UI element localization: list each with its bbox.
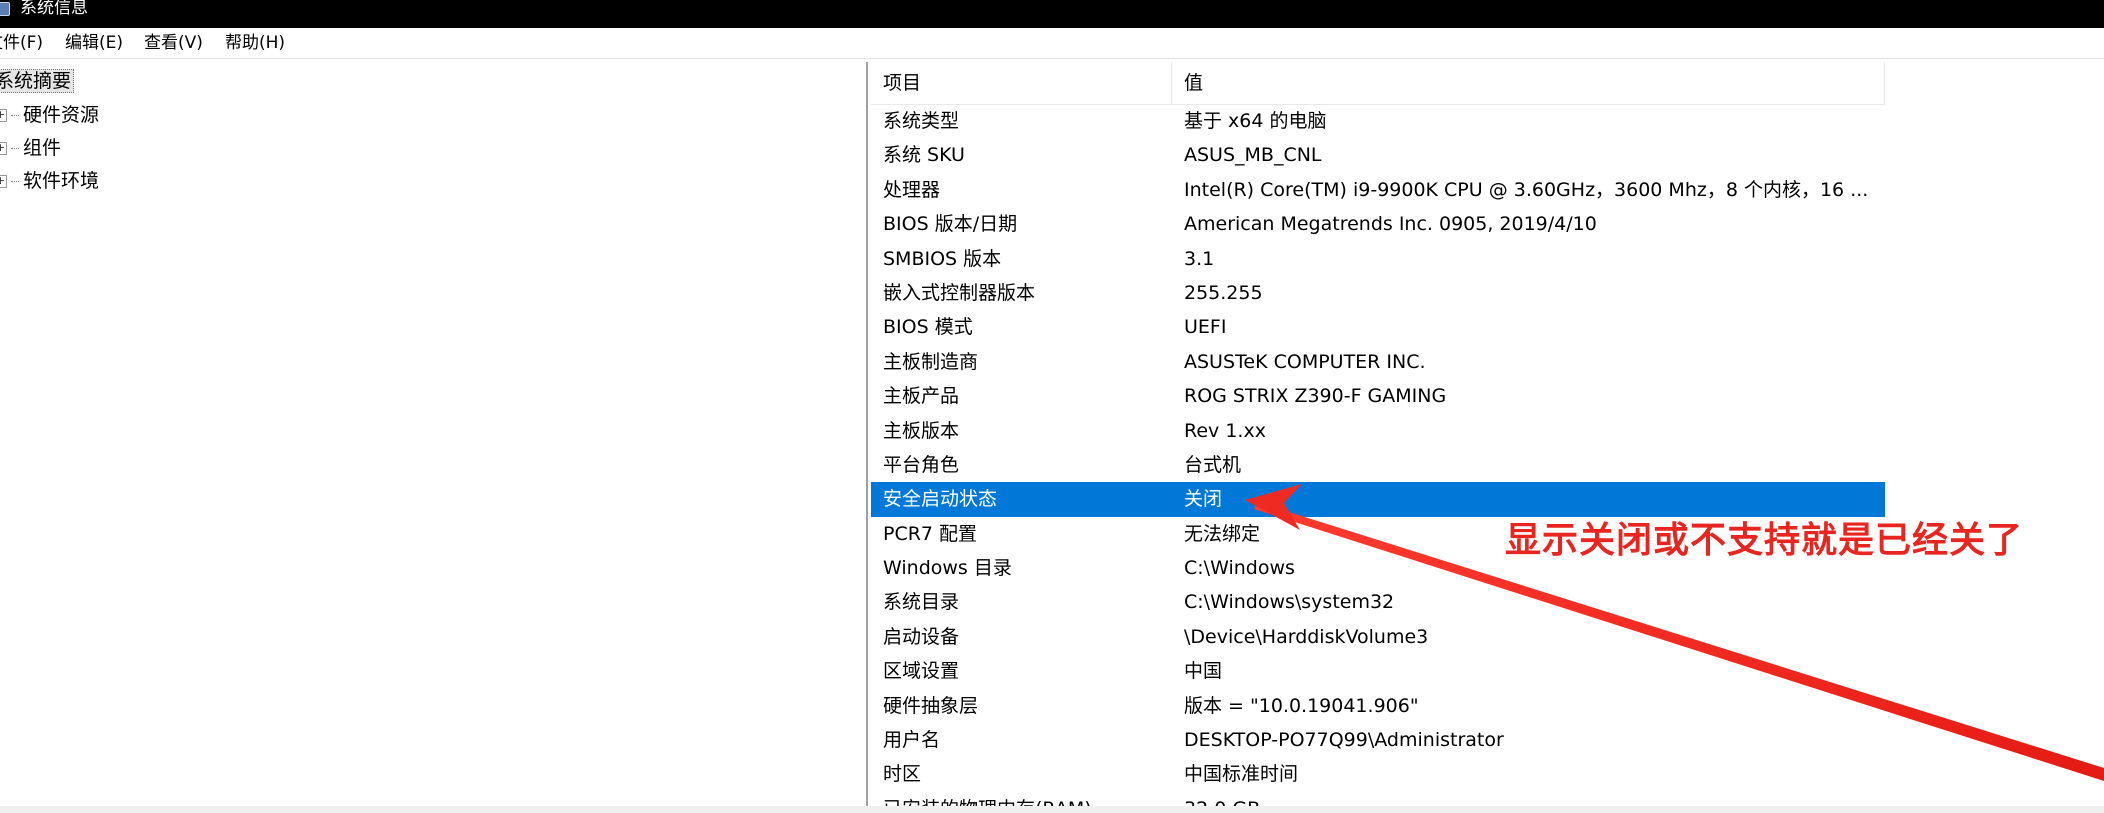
column-header-value[interactable]: 值 [1172, 62, 1885, 104]
table-row[interactable]: 系统 SKU ASUS_MB_CNL [871, 138, 1885, 172]
menu-edit[interactable]: 编辑(E) [65, 33, 123, 53]
row-value-cell: 255.255 [1184, 281, 1263, 304]
table-row[interactable]: 主板产品 ROG STRIX Z390-F GAMING [871, 379, 1885, 413]
row-value-cell: 中国 [1184, 660, 1223, 683]
row-value-cell: 3.1 [1184, 247, 1215, 270]
tree-item-software-environment[interactable]: + 软件环境 [0, 166, 99, 196]
category-tree: 系统摘要 + 硬件资源 + 组件 + 软件环境 [0, 62, 868, 813]
tree-item-hardware-resources[interactable]: + 硬件资源 [0, 100, 99, 130]
row-item-cell: 系统目录 [883, 591, 960, 614]
row-value-cell: American Megatrends Inc. 0905, 2019/4/10 [1184, 213, 1597, 236]
details-list: 项目 值 系统类型 基于 x64 的电脑系统 SKU ASUS_MB_CNL 处理器 I… [871, 62, 2104, 813]
status-strip [0, 806, 2104, 813]
tree-connector [11, 181, 19, 182]
row-value-cell: C:\Windows\system32 [1184, 591, 1395, 614]
row-value-cell: 台式机 [1184, 453, 1242, 476]
tree-item-system-summary[interactable]: 系统摘要 [0, 66, 75, 96]
table-row[interactable]: 硬件抽象层 版本 = "10.0.19041.906" [871, 689, 1885, 723]
row-value-cell: ROG STRIX Z390-F GAMING [1184, 385, 1447, 408]
system-info-icon [0, 2, 10, 16]
tree-item-label: 系统摘要 [0, 69, 75, 93]
row-value-cell: 版本 = "10.0.19041.906" [1184, 694, 1419, 717]
row-item-cell: 用户名 [883, 729, 941, 752]
menu-file[interactable]: 文件(F) [0, 33, 43, 53]
row-item-cell: 主板制造商 [883, 350, 979, 373]
tree-connector [11, 148, 19, 149]
tree-connector [11, 115, 19, 116]
row-item-cell: SMBIOS 版本 [883, 247, 1002, 270]
row-item-cell: BIOS 版本/日期 [883, 213, 1018, 236]
row-item-cell: PCR7 配置 [883, 522, 978, 545]
row-item-cell: 安全启动状态 [883, 488, 998, 511]
row-value-cell: ASUS_MB_CNL [1184, 144, 1322, 167]
row-item-cell: 系统类型 [883, 110, 960, 132]
tree-item-components[interactable]: + 组件 [0, 133, 61, 163]
row-value-cell: ASUSTeK COMPUTER INC. [1184, 350, 1426, 373]
table-row[interactable]: SMBIOS 版本 3.1 [871, 242, 1885, 276]
table-row[interactable]: BIOS 版本/日期 American Megatrends Inc. 0905,… [871, 207, 1885, 241]
table-row[interactable]: 平台角色 台式机 [871, 448, 1885, 482]
row-item-cell: 系统 SKU [883, 144, 965, 167]
row-item-cell: BIOS 模式 [883, 316, 973, 339]
table-row[interactable]: 主板制造商 ASUSTeK COMPUTER INC. [871, 345, 1885, 379]
expand-icon[interactable]: + [0, 175, 7, 188]
row-item-cell: 平台角色 [883, 453, 960, 476]
row-value-cell: \Device\HarddiskVolume3 [1184, 625, 1429, 648]
table-row[interactable]: 嵌入式控制器版本 255.255 [871, 276, 1885, 310]
table-row[interactable]: BIOS 模式 UEFI [871, 310, 1885, 344]
row-item-cell: Windows 目录 [883, 557, 1012, 580]
table-row[interactable]: 用户名 DESKTOP-PO77Q99\Administrator [871, 723, 1885, 757]
row-item-cell: 时区 [883, 763, 922, 786]
table-row[interactable]: 区域设置 中国 [871, 654, 1885, 688]
menu-help[interactable]: 帮助(H) [225, 33, 285, 53]
title-bar[interactable]: 系统信息 [0, 0, 2104, 28]
list-rows: 系统类型 基于 x64 的电脑系统 SKU ASUS_MB_CNL 处理器 Intel(… [871, 104, 1885, 813]
table-row[interactable]: 处理器 Intel(R) Core(TM) i9-9900K CPU @ 3.60… [871, 173, 1885, 207]
table-row[interactable]: 系统目录 C:\Windows\system32 [871, 585, 1885, 619]
expand-icon[interactable]: + [0, 109, 7, 122]
row-item-cell: 主板版本 [883, 419, 960, 442]
table-row[interactable]: 时区 中国标准时间 [871, 757, 1885, 791]
column-header-item[interactable]: 项目 [871, 62, 1172, 104]
row-value-cell: 基于 x64 的电脑 [1184, 110, 1327, 132]
row-value-cell: Rev 1.xx [1184, 419, 1266, 442]
system-information-window: 系统信息 文件(F) 编辑(E) 查看(V) 帮助(H) 系统摘要 + 硬件资源 … [0, 0, 2104, 813]
table-row[interactable]: 安全启动状态 关闭 [871, 482, 1885, 517]
row-value-cell: Intel(R) Core(TM) i9-9900K CPU @ 3.60GHz… [1184, 178, 1869, 201]
tree-item-label: 软件环境 [23, 170, 100, 192]
row-value-cell: DESKTOP-PO77Q99\Administrator [1184, 729, 1504, 752]
row-value-cell: 中国标准时间 [1184, 763, 1299, 786]
table-row[interactable]: 系统类型 基于 x64 的电脑 [871, 104, 1885, 138]
list-header: 项目 值 [871, 62, 1885, 105]
menu-bar: 文件(F) 编辑(E) 查看(V) 帮助(H) [0, 28, 2104, 59]
menu-view[interactable]: 查看(V) [144, 33, 203, 53]
window-title: 系统信息 [20, 0, 88, 18]
tree-item-label: 硬件资源 [23, 104, 100, 126]
annotation-text: 显示关闭或不支持就是已经关了 [1505, 520, 2024, 561]
row-value-cell: 关闭 [1184, 488, 1223, 511]
table-row[interactable]: 主板版本 Rev 1.xx [871, 414, 1885, 448]
tree-item-label: 组件 [23, 137, 62, 159]
row-item-cell: 区域设置 [883, 660, 960, 683]
row-item-cell: 启动设备 [883, 625, 960, 648]
row-value-cell: UEFI [1184, 316, 1227, 339]
expand-icon[interactable]: + [0, 142, 7, 155]
row-item-cell: 主板产品 [883, 385, 960, 408]
row-item-cell: 嵌入式控制器版本 [883, 281, 1036, 304]
table-row[interactable]: 启动设备 \Device\HarddiskVolume3 [871, 620, 1885, 654]
row-item-cell: 处理器 [883, 178, 941, 201]
row-item-cell: 硬件抽象层 [883, 694, 979, 717]
